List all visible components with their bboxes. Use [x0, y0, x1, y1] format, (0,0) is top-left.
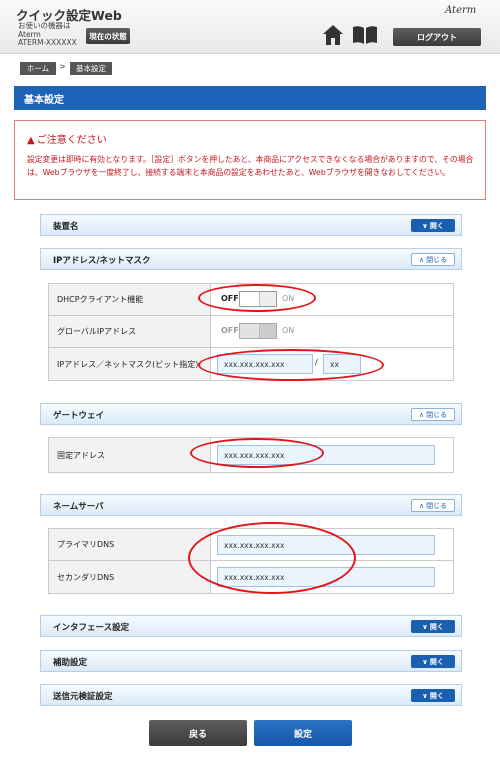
brand-logo: Aterm [445, 5, 477, 16]
section-device-name[interactable]: 装置名 ∨ 開く [40, 214, 462, 236]
apply-button[interactable]: 設定 [254, 720, 352, 746]
chevron-up-icon: ∧ [418, 255, 425, 264]
open-button[interactable]: ∨ 開く [411, 219, 455, 232]
fixed-address-label: 固定アドレス [49, 438, 211, 472]
back-button[interactable]: 戻る [149, 720, 247, 746]
table-row: グローバルIPアドレス OFF ON [49, 316, 453, 348]
open-button[interactable]: ∨ 開く [411, 689, 455, 702]
global-ip-toggle [239, 323, 277, 339]
gateway-table: 固定アドレス xxx.xxx.xxx.xxx [48, 437, 454, 473]
ip-mask-label: IPアドレス／ネットマスク(ビット指定) [49, 348, 211, 380]
dhcp-toggle[interactable] [239, 291, 277, 307]
mask-slash: / [315, 358, 318, 367]
section-label: IPアドレス/ネットマスク [53, 256, 151, 266]
close-button[interactable]: ∧ 閉じる [411, 408, 455, 421]
gateway-address-input[interactable]: xxx.xxx.xxx.xxx [217, 445, 435, 465]
breadcrumb-home[interactable]: ホーム [20, 62, 56, 75]
chevron-up-icon: ∧ [418, 501, 425, 510]
warning-notice: ▲ ご注意ください 設定変更は即時に有効となります。［設定］ボタンを押したあと、本… [14, 120, 486, 200]
home-icon[interactable] [322, 24, 344, 46]
warning-icon: ▲ [27, 135, 35, 146]
netmask-input[interactable]: xx [323, 354, 361, 374]
status-button[interactable]: 現在の状態 [86, 28, 130, 44]
section-gateway[interactable]: ゲートウェイ ∧ 閉じる [40, 403, 462, 425]
toggle-knob [240, 324, 260, 338]
section-label: ゲートウェイ [53, 411, 105, 421]
global-ip-label: グローバルIPアドレス [49, 316, 211, 347]
section-auxiliary[interactable]: 補助設定 ∨ 開く [40, 650, 462, 672]
device-id: ATERM-XXXXXX [18, 38, 77, 47]
table-row: セカンダリDNS xxx.xxx.xxx.xxx [49, 561, 453, 593]
table-row: DHCPクライアント機能 OFF ON [49, 284, 453, 316]
section-ip-netmask[interactable]: IPアドレス/ネットマスク ∧ 閉じる [40, 248, 462, 270]
ip-settings-table: DHCPクライアント機能 OFF ON グローバルIPアドレス OFF ON I… [48, 283, 454, 381]
manual-book-icon[interactable] [352, 25, 378, 45]
open-button[interactable]: ∨ 開く [411, 620, 455, 633]
page-title-bar: 基本設定 [14, 86, 486, 110]
dns-table: プライマリDNS xxx.xxx.xxx.xxx セカンダリDNS xxx.xx… [48, 528, 454, 594]
primary-dns-label: プライマリDNS [49, 529, 211, 560]
section-source-verify[interactable]: 送信元検証設定 ∨ 開く [40, 684, 462, 706]
section-label: インタフェース設定 [53, 623, 130, 633]
section-name-server[interactable]: ネームサーバ ∧ 閉じる [40, 494, 462, 516]
breadcrumb-separator: > [59, 62, 66, 71]
dhcp-toggle-on-text: ON [282, 294, 295, 303]
global-ip-toggle-on-text: ON [282, 326, 295, 335]
device-label: お使いの機器は [18, 21, 71, 30]
section-label: 装置名 [53, 222, 79, 232]
section-label: 補助設定 [53, 658, 88, 668]
section-label: 送信元検証設定 [53, 692, 113, 702]
chevron-down-icon: ∨ [422, 221, 428, 230]
page-title: 基本設定 [24, 95, 64, 106]
ip-address-input[interactable]: xxx.xxx.xxx.xxx [217, 354, 313, 374]
section-label: ネームサーバ [53, 502, 104, 512]
secondary-dns-input[interactable]: xxx.xxx.xxx.xxx [217, 567, 435, 587]
table-row: 固定アドレス xxx.xxx.xxx.xxx [49, 438, 453, 472]
section-interface[interactable]: インタフェース設定 ∨ 開く [40, 615, 462, 637]
header-bar: クイック設定Web お使いの機器は Aterm ATERM-XXXXXX 現在の… [0, 0, 500, 54]
table-row: IPアドレス／ネットマスク(ビット指定) xxx.xxx.xxx.xxx / x… [49, 348, 453, 380]
notice-body: 設定変更は即時に有効となります。［設定］ボタンを押したあと、本商品にアクセスでき… [27, 155, 474, 177]
global-ip-toggle-off-text: OFF [221, 326, 239, 335]
chevron-down-icon: ∨ [422, 622, 428, 631]
close-button[interactable]: ∧ 閉じる [411, 499, 455, 512]
dhcp-label: DHCPクライアント機能 [49, 284, 211, 315]
notice-title-text: ご注意ください [36, 135, 107, 146]
chevron-down-icon: ∨ [422, 691, 428, 700]
primary-dns-input[interactable]: xxx.xxx.xxx.xxx [217, 535, 435, 555]
table-row: プライマリDNS xxx.xxx.xxx.xxx [49, 529, 453, 561]
notice-title: ▲ ご注意ください [27, 131, 107, 146]
chevron-down-icon: ∨ [422, 657, 428, 666]
close-button[interactable]: ∧ 閉じる [411, 253, 455, 266]
secondary-dns-label: セカンダリDNS [49, 561, 211, 593]
toggle-knob[interactable] [240, 292, 260, 306]
dhcp-toggle-off-text: OFF [221, 294, 239, 303]
chevron-up-icon: ∧ [418, 410, 425, 419]
logout-button[interactable]: ログアウト [393, 28, 481, 46]
open-button[interactable]: ∨ 開く [411, 655, 455, 668]
breadcrumb-current: 基本設定 [70, 62, 112, 75]
